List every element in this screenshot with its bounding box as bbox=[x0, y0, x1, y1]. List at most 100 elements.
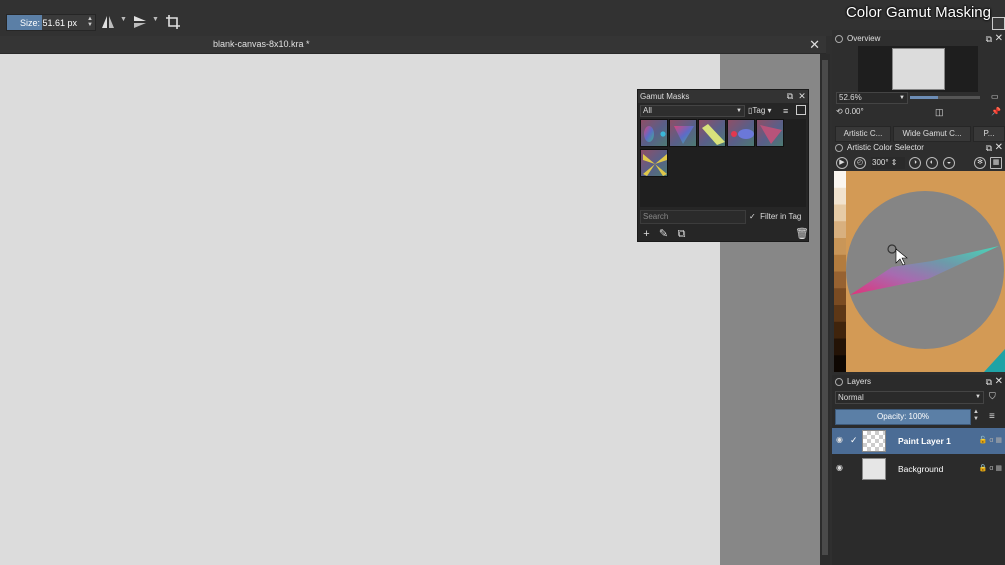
chevron-down-icon: ▼ bbox=[899, 95, 905, 101]
mirror-options-chevron-icon[interactable]: ▼ bbox=[120, 16, 128, 26]
canvas-sheet[interactable] bbox=[0, 54, 720, 565]
artistic-color-selector-header[interactable]: Artistic Color Selector ⧉ ✕ bbox=[832, 141, 1005, 155]
horizontal-mirror-icon[interactable] bbox=[101, 15, 115, 29]
delete-mask-icon[interactable]: 🗑 bbox=[795, 229, 809, 240]
mask-thumb-4[interactable] bbox=[727, 119, 755, 147]
layer-name[interactable]: Background bbox=[898, 464, 943, 474]
wheel-preset-2-icon[interactable]: ◐ bbox=[926, 157, 938, 169]
layers-header[interactable]: Layers ⧉ ✕ bbox=[832, 375, 1005, 389]
grid-icon[interactable]: ▦ bbox=[990, 157, 1002, 169]
tab-artistic-color[interactable]: Artistic C... bbox=[835, 126, 891, 142]
layer-row-paint-layer-1[interactable]: ◉ ✓ Paint Layer 1 🔓 α ▦ bbox=[832, 428, 1005, 454]
value-swatch[interactable] bbox=[834, 238, 846, 256]
wheel-preset-3-icon[interactable]: ◒ bbox=[943, 157, 955, 169]
canvas-vertical-scrollbar[interactable] bbox=[820, 54, 830, 565]
layer-name[interactable]: Paint Layer 1 bbox=[898, 436, 951, 446]
opacity-slider[interactable]: Opacity: 100% bbox=[835, 409, 971, 425]
docker-tabs: Artistic C... Wide Gamut C... P... bbox=[835, 126, 1005, 142]
tab-wide-gamut[interactable]: Wide Gamut C... bbox=[893, 126, 971, 142]
close-icon[interactable]: ✕ bbox=[797, 91, 807, 101]
mirror-vertical-options-chevron-icon[interactable]: ▼ bbox=[152, 16, 160, 26]
mask-thumb-3[interactable] bbox=[698, 119, 726, 147]
workspace-title: Color Gamut Masking bbox=[845, 4, 991, 21]
add-mask-icon[interactable]: + bbox=[641, 229, 652, 240]
close-icon[interactable]: ✕ bbox=[995, 32, 1003, 46]
close-icon[interactable]: ✕ bbox=[995, 375, 1003, 389]
color-wheel[interactable] bbox=[834, 171, 1005, 372]
zoom-slider[interactable] bbox=[910, 96, 980, 99]
layer-properties-icons[interactable]: 🔒 α ▦ bbox=[979, 464, 1002, 472]
crop-icon[interactable] bbox=[166, 15, 180, 29]
scrollbar-thumb[interactable] bbox=[822, 60, 828, 555]
view-mode-icon[interactable] bbox=[796, 105, 806, 115]
value-swatch[interactable] bbox=[834, 338, 846, 356]
visibility-eye-icon[interactable]: ◉ bbox=[836, 464, 846, 472]
lock-icon[interactable] bbox=[835, 378, 843, 386]
brush-size-spinner[interactable]: ▲ ▼ bbox=[86, 16, 94, 29]
zoom-dropdown[interactable]: 52.6% ▼ bbox=[836, 92, 908, 104]
monitor-icon[interactable]: ▭ bbox=[991, 92, 1002, 103]
play-icon[interactable]: ▶ bbox=[836, 157, 848, 169]
close-icon[interactable]: ✕ bbox=[995, 141, 1003, 155]
vertical-mirror-icon[interactable] bbox=[133, 15, 147, 29]
document-tab[interactable]: blank-canvas-8x10.kra * bbox=[205, 36, 310, 54]
value-swatch[interactable] bbox=[834, 204, 846, 222]
gamut-masks-title-bar[interactable]: Gamut Masks bbox=[638, 90, 808, 103]
mask-thumb-2[interactable] bbox=[669, 119, 697, 147]
value-swatch[interactable] bbox=[834, 305, 846, 323]
edit-mask-icon[interactable]: ✎ bbox=[658, 229, 669, 240]
chevron-down-icon: ▼ bbox=[975, 394, 981, 400]
checkmark-icon[interactable]: ✓ bbox=[850, 435, 858, 446]
angle-spinbox[interactable]: 300° ⇕ bbox=[871, 157, 905, 169]
workspace-switcher-icon[interactable] bbox=[992, 17, 1005, 30]
lock-icon[interactable] bbox=[835, 35, 843, 43]
value-swatch[interactable] bbox=[834, 355, 846, 372]
layer-row-background[interactable]: ◉ Background 🔒 α ▦ bbox=[832, 456, 1005, 482]
float-icon[interactable]: ⧉ bbox=[785, 91, 795, 101]
overview-header[interactable]: Overview ⧉ ✕ bbox=[832, 32, 1005, 46]
gamut-masks-title: Gamut Masks bbox=[640, 92, 690, 101]
overview-canvas-thumb[interactable] bbox=[892, 48, 945, 90]
close-document-icon[interactable]: ✕ bbox=[809, 38, 820, 51]
value-strip[interactable] bbox=[834, 171, 846, 372]
layers-docker: Layers ⧉ ✕ Normal ▼ ⛉ Opacity: 100% ▲ ▼ ≡ … bbox=[832, 375, 1005, 565]
value-swatch[interactable] bbox=[834, 288, 846, 306]
list-view-icon[interactable]: ≡ bbox=[783, 105, 793, 117]
value-swatch[interactable] bbox=[834, 221, 846, 239]
mask-filter-dropdown[interactable]: All ▼ bbox=[640, 105, 745, 117]
brush-size-slider[interactable]: Size: 51.61 px ▲ ▼ bbox=[6, 14, 96, 31]
float-icon[interactable]: ⧉ bbox=[986, 375, 992, 389]
overview-preview[interactable] bbox=[858, 46, 978, 92]
mask-thumb-1[interactable] bbox=[640, 119, 668, 147]
float-icon[interactable]: ⧉ bbox=[986, 141, 992, 155]
mirror-view-icon[interactable]: ◫ bbox=[935, 107, 947, 118]
tab-palette[interactable]: P... bbox=[973, 126, 1005, 142]
tag-button[interactable]: ▯Tag ▾ bbox=[748, 105, 780, 117]
filter-icon[interactable]: ⛉ bbox=[989, 391, 1003, 404]
settings-icon[interactable]: ✻ bbox=[974, 157, 986, 169]
overview-title: Overview bbox=[847, 34, 881, 43]
zoom-slider-fill bbox=[910, 96, 938, 99]
mask-search-input[interactable]: Search bbox=[640, 210, 746, 224]
right-docker-column: Overview ⧉ ✕ 52.6% ▼ ⟲ 0.00° ◫ ▭ 📌 Artist… bbox=[832, 30, 1005, 565]
value-swatch[interactable] bbox=[834, 321, 846, 339]
filter-in-tag-checkbox[interactable]: ✓ Filter in Tag bbox=[749, 210, 807, 224]
lock-icon[interactable] bbox=[835, 144, 843, 152]
value-swatch[interactable] bbox=[834, 254, 846, 272]
rotation-field[interactable]: ⟲ 0.00° bbox=[836, 106, 888, 118]
rotate-dial-icon[interactable]: ◴ bbox=[854, 157, 866, 169]
value-swatch[interactable] bbox=[834, 271, 846, 289]
value-swatch[interactable] bbox=[834, 171, 846, 189]
layer-properties-icons[interactable]: 🔓 α ▦ bbox=[979, 436, 1002, 444]
wheel-preset-1-icon[interactable]: ◑ bbox=[909, 157, 921, 169]
mask-thumb-5[interactable] bbox=[756, 119, 784, 147]
blend-mode-dropdown[interactable]: Normal ▼ bbox=[835, 391, 984, 404]
float-icon[interactable]: ⧉ bbox=[986, 32, 992, 46]
duplicate-mask-icon[interactable]: ⧉ bbox=[676, 229, 687, 240]
layers-menu-icon[interactable]: ≡ bbox=[989, 411, 1003, 423]
visibility-eye-icon[interactable]: ◉ bbox=[836, 436, 846, 444]
pin-icon[interactable]: 📌 bbox=[991, 107, 1002, 118]
opacity-spinner[interactable]: ▲ ▼ bbox=[973, 409, 983, 425]
value-swatch[interactable] bbox=[834, 187, 846, 205]
mask-thumb-6[interactable] bbox=[640, 149, 668, 177]
